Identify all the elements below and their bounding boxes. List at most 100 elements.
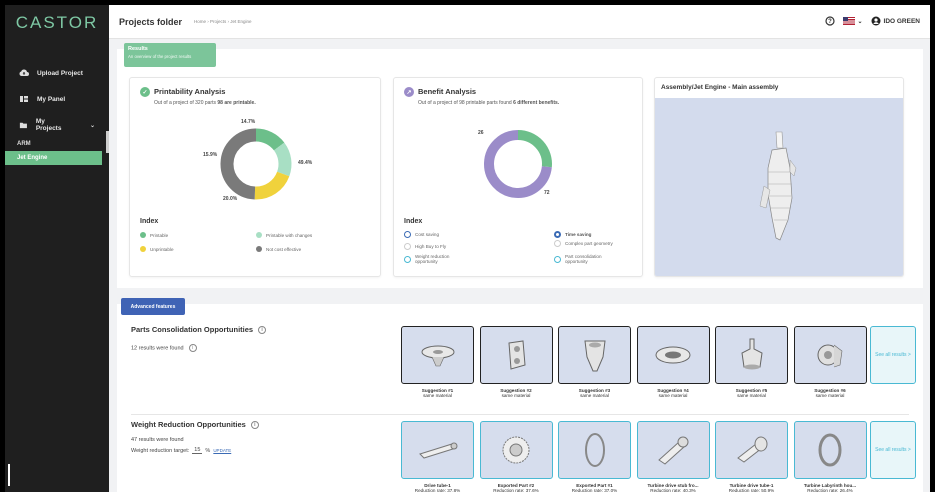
part-tile[interactable] (793, 326, 867, 384)
legend-label: Time saving (565, 232, 592, 237)
assembly-3d-viewer[interactable] (655, 98, 903, 276)
part-model-icon (502, 436, 530, 464)
results-header: Results An overview of the project resul… (124, 43, 216, 67)
part-model-icon (508, 340, 526, 370)
info-icon[interactable]: i (188, 344, 197, 352)
section-divider (131, 414, 909, 415)
part-tile-caption: Drive tube-1 Reduction rate: 37.8% (401, 483, 474, 492)
legend-high-buy-to-fly: High Buy to Fly (404, 243, 446, 250)
text-cursor (8, 464, 10, 486)
info-icon[interactable]: i (250, 421, 259, 430)
printability-donut-chart[interactable] (216, 124, 296, 204)
weight-see-all-button[interactable]: See all results > (870, 421, 916, 479)
printability-subtitle-bold: 98 are printable. (217, 100, 256, 107)
legend-radio[interactable] (554, 231, 561, 238)
language-selector[interactable]: ⌄ (843, 17, 863, 25)
sidebar-item-label: My Projects (35, 118, 62, 132)
consolidation-see-all-button[interactable]: See all results > (870, 326, 916, 384)
part-tile-caption: Turbine Labyrinth hou... Reduction rate: … (794, 483, 867, 492)
legend-radio[interactable] (404, 243, 411, 250)
legend-unprintable: Unprintable (140, 246, 174, 252)
legend-printable-with-changes: Printable with changes (256, 232, 312, 238)
weight-target-input[interactable]: 15 (192, 447, 203, 454)
legend-label: Cost saving (415, 232, 440, 237)
donut-slice-unprintable[interactable] (254, 171, 290, 200)
advanced-features-badge[interactable]: Advanced features (121, 298, 185, 315)
legend-cost-saving: Cost saving (404, 231, 439, 238)
legend-label: Complex part geometry (565, 241, 613, 246)
part-model-icon (740, 338, 763, 370)
benefit-card: ↗ Benefit Analysis Out of a project of 98… (393, 77, 643, 277)
part-detail: same material (815, 393, 845, 398)
legend-label: Unprintable (150, 246, 174, 252)
part-detail: Reduction rate: 37.6% (493, 488, 539, 492)
legend-label: Printable (150, 232, 169, 238)
chevron-down-icon[interactable]: ⌄ (90, 122, 95, 129)
user-menu[interactable]: IDO GREEN (871, 16, 920, 26)
legend-part-consolidation: Part consolidation opportunity (554, 254, 620, 264)
sidebar-subitem-jet-engine[interactable]: Jet Engine (5, 151, 102, 165)
sidebar-scrollbar[interactable] (106, 131, 109, 153)
check-icon: ✓ (140, 87, 150, 98)
weight-target-unit: % (205, 447, 211, 454)
part-detail: Reduction rate: 37.8% (414, 488, 461, 492)
part-model-icon (817, 344, 843, 368)
part-tile[interactable] (479, 421, 553, 479)
part-tile-caption: Exported Part #2 Reduction rate: 37.6% (480, 483, 553, 492)
part-tile[interactable] (793, 421, 867, 479)
breadcrumb[interactable]: Home › Projects › Jet Engine (194, 19, 252, 24)
legend-label: Printable with changes (266, 232, 313, 238)
legend-radio[interactable] (554, 240, 561, 247)
donut-slice-not-cost-effective[interactable] (220, 128, 257, 200)
part-tile-caption: Suggestion #2 same material (480, 388, 553, 398)
legend-radio[interactable] (554, 255, 561, 263)
sidebar-item-my-panel[interactable]: My Panel (5, 87, 109, 111)
topbar-actions: ? ⌄ IDO GREEN (825, 16, 920, 26)
part-tile[interactable] (479, 326, 553, 384)
part-detail: Reduction rate: 50.9% (728, 488, 775, 492)
part-tile[interactable] (715, 421, 788, 479)
donut-slice-cost-saving[interactable] (517, 130, 552, 168)
part-tile-caption: Suggestion #5 same material (715, 388, 788, 398)
part-detail: same material (580, 393, 609, 398)
legend-radio[interactable] (404, 231, 411, 238)
pct-label-printable: 14.7% (241, 119, 256, 125)
update-button[interactable]: UPDATE (213, 448, 231, 453)
consolidation-section-title: Parts Consolidation Opportunities i (131, 325, 267, 335)
part-tile[interactable] (636, 421, 710, 479)
legend-radio[interactable] (404, 255, 411, 263)
legend-printable: Printable (140, 232, 168, 238)
legend-swatch (256, 246, 262, 252)
part-tile-caption: Turbine drive stub fro... Reduction rate:… (637, 483, 710, 492)
part-model-icon (418, 442, 457, 459)
sidebar-item-my-projects[interactable]: My Projects ⌄ (5, 113, 109, 137)
printability-header: ✓ Printability Analysis Out of a project … (140, 87, 256, 106)
weight-count: 47 results were found (131, 437, 184, 443)
part-model-icon (736, 436, 767, 463)
donut-slice-printable[interactable] (255, 128, 285, 151)
part-detail: same material (658, 393, 688, 398)
part-model-icon (584, 433, 605, 467)
benefit-subtitle-bold: 6 different benefits. (513, 100, 560, 107)
sidebar-item-upload-project[interactable]: Upload Project (5, 61, 109, 85)
part-model-icon (583, 340, 606, 372)
part-tile[interactable] (558, 421, 631, 479)
part-tile[interactable] (715, 326, 788, 384)
part-tile-caption: Suggestion #6 same material (794, 388, 867, 398)
consolidation-count: 12 results were found i (131, 344, 197, 352)
sidebar-subitem-arm[interactable]: ARM (5, 137, 109, 151)
part-tile[interactable] (401, 326, 474, 384)
help-icon[interactable]: ? (825, 16, 836, 26)
benefit-title: Benefit Analysis (418, 87, 477, 96)
us-flag-icon (843, 17, 856, 25)
assembly-title: Assembly/Jet Engine - Main assembly (661, 84, 779, 91)
info-icon[interactable]: i (258, 326, 267, 335)
benefit-header: ↗ Benefit Analysis Out of a project of 98… (404, 87, 559, 106)
topbar: Projects folder Home › Projects › Jet En… (109, 5, 930, 39)
donut-slice-printable-with-changes[interactable] (273, 142, 292, 177)
part-tile[interactable] (636, 326, 710, 384)
part-detail: same material (423, 393, 452, 398)
castor-logo[interactable]: CASTOR (5, 5, 109, 41)
part-tile[interactable] (401, 421, 474, 479)
part-tile[interactable] (558, 326, 631, 384)
